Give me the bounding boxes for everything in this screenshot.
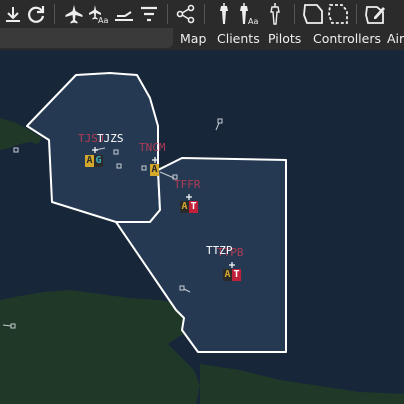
controller-badge-tffr[interactable]: A T xyxy=(180,201,198,213)
controller-badge-tncm[interactable]: A xyxy=(150,164,159,176)
badge-gnd: G xyxy=(94,155,103,167)
tower-label-icon[interactable]: Aa xyxy=(236,2,262,26)
controller-badge-tjsj[interactable]: A G xyxy=(85,155,103,167)
land-south-america xyxy=(0,290,200,404)
airport-label-inactive[interactable]: TFFR xyxy=(174,179,201,191)
filter-icon[interactable] xyxy=(138,2,160,26)
tower-icon[interactable] xyxy=(214,2,234,26)
svg-text:Aa: Aa xyxy=(248,17,258,25)
badge-app: A xyxy=(223,269,232,281)
menu-item-air[interactable]: Air xyxy=(387,30,404,48)
airport-label-inactive[interactable]: TNCM xyxy=(139,142,166,154)
top-toolbar: Aa Aa xyxy=(0,0,404,28)
badge-app: A xyxy=(180,201,189,213)
runway-icon[interactable] xyxy=(113,2,135,26)
menu-item-controllers[interactable]: Controllers xyxy=(313,30,381,48)
airport-label-active[interactable]: TJZS xyxy=(97,133,124,145)
menu-item-clients[interactable]: Clients xyxy=(217,30,260,48)
badge-twr: T xyxy=(189,201,198,213)
share-network-icon[interactable] xyxy=(175,2,197,26)
badge-app: A xyxy=(150,164,159,176)
menu-item-pilots[interactable]: Pilots xyxy=(268,30,301,48)
toolbar-separator xyxy=(356,4,357,24)
sector-dashed-icon[interactable] xyxy=(327,2,349,26)
badge-twr: T xyxy=(232,269,241,281)
map-view[interactable]: TJSJ TJZS A G TNCM A TFFR A T TTPB TTZP … xyxy=(0,50,404,404)
toolbar-separator xyxy=(54,4,55,24)
sector-edit-icon[interactable] xyxy=(364,2,388,26)
controller-badge-ttzp[interactable]: A T xyxy=(223,269,241,281)
toolbar-separator xyxy=(167,4,168,24)
svg-text:Aa: Aa xyxy=(98,16,108,24)
airplane-label-icon[interactable]: Aa xyxy=(87,2,111,26)
toolbar-separator xyxy=(204,4,205,24)
search-input[interactable] xyxy=(0,28,173,48)
tower-outline-icon[interactable] xyxy=(265,2,285,26)
airplane-icon[interactable] xyxy=(63,2,85,26)
refresh-icon[interactable] xyxy=(25,2,47,26)
airport-label-active[interactable]: TTZP xyxy=(206,245,233,257)
download-icon[interactable] xyxy=(3,2,23,26)
sector-solid-icon[interactable] xyxy=(302,2,324,26)
map-canvas xyxy=(0,50,404,404)
toolbar-separator xyxy=(294,4,295,24)
menu-item-map[interactable]: Map xyxy=(180,30,206,48)
badge-app: A xyxy=(85,155,94,167)
